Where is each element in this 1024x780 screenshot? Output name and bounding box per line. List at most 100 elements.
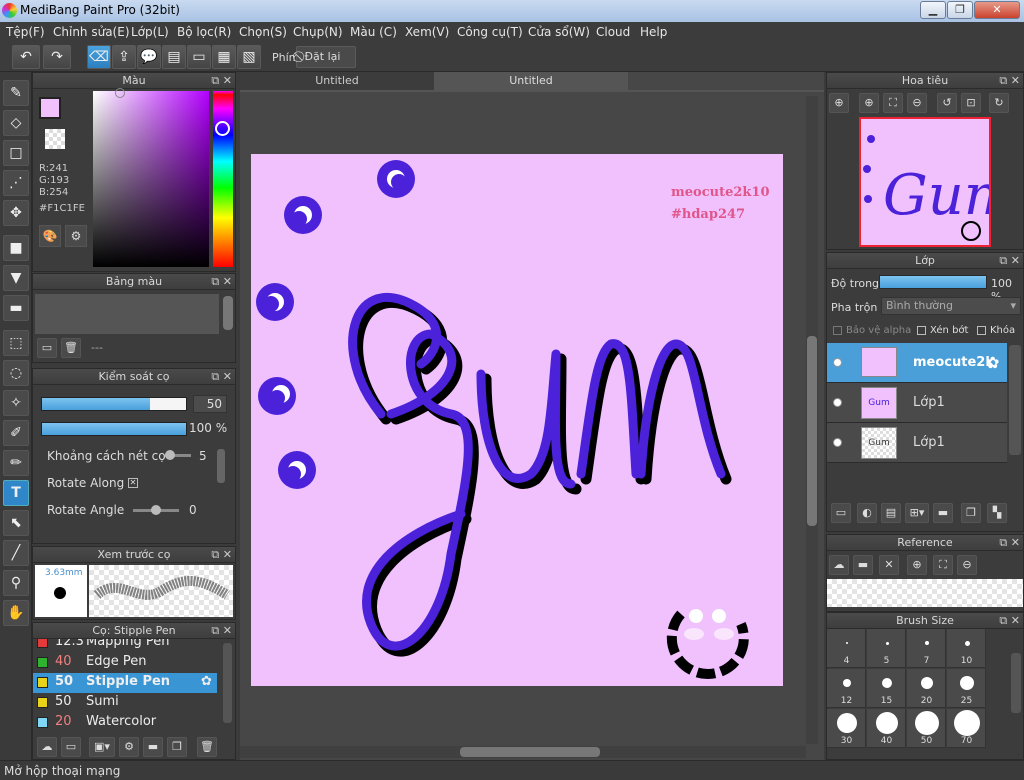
menu-select[interactable]: Chọn(S)	[239, 25, 287, 39]
protect-alpha-option[interactable]: Bảo vệ alpha	[833, 325, 911, 336]
brush-item[interactable]: 12.3 Mapping Pen	[33, 639, 217, 653]
new-palette-icon[interactable]: ▭	[37, 338, 57, 358]
eraser-tool-icon[interactable]: ◇	[3, 110, 29, 136]
new-halftone-layer-icon[interactable]: ◐	[857, 503, 877, 523]
panel-close-icon[interactable]: ⧉ ✕	[999, 73, 1020, 89]
lock-option[interactable]: Khóa	[977, 325, 1015, 336]
canvas-vscroll-thumb[interactable]	[807, 336, 817, 526]
picker-cursor[interactable]	[115, 88, 125, 98]
blend-mode-select[interactable]: Bình thường ▾	[881, 297, 1021, 315]
hue-cursor[interactable]	[215, 121, 230, 136]
panel-close-icon[interactable]: ⧉ ✕	[211, 623, 232, 639]
drawing-canvas[interactable]: meocute2k10 #hdap247	[251, 154, 783, 686]
brush-size-slider[interactable]	[41, 397, 187, 411]
brush-item-selected[interactable]: 50 Stipple Pen ✿	[33, 673, 217, 693]
menu-view[interactable]: Xem(V)	[405, 25, 449, 39]
layer-row[interactable]: Gum Lớp1	[827, 383, 1007, 423]
layer-row[interactable]: Gum Lớp1	[827, 423, 1007, 463]
brush-folder-icon[interactable]: ▬	[143, 737, 163, 757]
zoom-out-icon[interactable]: ⊖	[907, 93, 927, 113]
brush-size-cell[interactable]: 30	[827, 709, 866, 748]
panel-close-icon[interactable]: ⧉ ✕	[211, 547, 232, 563]
spacing-knob[interactable]	[165, 450, 175, 460]
palette-swatch-area[interactable]	[35, 294, 219, 334]
reference-fit-icon[interactable]: ⛶	[933, 555, 953, 575]
brush-size-cell[interactable]: 4	[827, 629, 866, 668]
brush-item[interactable]: 40 Edge Pen	[33, 653, 217, 673]
reference-zoom-in-icon[interactable]: ⊕	[907, 555, 927, 575]
menu-tools[interactable]: Công cụ(T)	[457, 25, 523, 39]
brush-tool-icon[interactable]: ✎	[3, 80, 29, 106]
zoom-reset-icon[interactable]: ⊕	[829, 93, 849, 113]
hand-tool-icon[interactable]: ✋	[3, 600, 29, 626]
open-reference-icon[interactable]: ▬	[853, 555, 873, 575]
navigator-thumbnail[interactable]: Gum	[859, 117, 1017, 247]
dot-tool-icon[interactable]: ⋰	[3, 170, 29, 196]
brush-size-cell[interactable]: 25	[947, 669, 986, 708]
brush-size-cell[interactable]: 5	[867, 629, 906, 668]
brush-size-cell[interactable]: 15	[867, 669, 906, 708]
rotate-along-checkbox[interactable]: ✕	[128, 478, 138, 488]
close-button[interactable]: ✕	[974, 1, 1020, 19]
reset-view-icon[interactable]: ⊡	[961, 93, 981, 113]
panel-close-icon[interactable]: ⧉ ✕	[999, 535, 1020, 551]
lock-checkbox[interactable]	[977, 325, 986, 335]
bucket-tool-icon[interactable]: ▼	[3, 265, 29, 291]
select-pen-tool-icon[interactable]: ✐	[3, 420, 29, 446]
new-layer-icon[interactable]: ▭	[831, 503, 851, 523]
gradient-tool-icon[interactable]: ▬	[3, 295, 29, 321]
brush-settings-icon[interactable]: ⚙	[119, 737, 139, 757]
merge-layer-icon[interactable]: ▚	[987, 503, 1007, 523]
layer-opacity-slider[interactable]	[879, 275, 987, 289]
brush-size-scrollbar[interactable]	[1011, 653, 1021, 713]
panel-close-icon[interactable]: ⧉ ✕	[211, 73, 232, 89]
brush-size-cell[interactable]: 10	[947, 629, 986, 668]
layout-icon[interactable]: ▧	[237, 45, 261, 69]
move-tool-icon[interactable]: ✥	[3, 200, 29, 226]
visibility-eye-icon[interactable]	[833, 438, 842, 447]
share-icon[interactable]: ⇪	[112, 45, 136, 69]
saturation-value-picker[interactable]	[93, 88, 209, 267]
menu-snap[interactable]: Chụp(N)	[293, 25, 343, 39]
brush-list-scrollbar[interactable]	[223, 643, 232, 723]
visibility-eye-icon[interactable]	[833, 358, 842, 367]
eyedropper-tool-icon[interactable]: ⚲	[3, 570, 29, 596]
transparent-color-swatch[interactable]	[45, 129, 65, 149]
brush-size-cell[interactable]: 70	[947, 709, 986, 748]
canvas-vscrollbar[interactable]	[806, 96, 818, 744]
panel-close-icon[interactable]: ⧉ ✕	[211, 274, 232, 290]
brush-size-cell[interactable]: 40	[867, 709, 906, 748]
brush-settings-gear-icon[interactable]: ✿	[201, 674, 212, 689]
rotate-right-icon[interactable]: ↻	[989, 93, 1009, 113]
minimize-button[interactable]: ▁	[920, 1, 946, 19]
grid-icon[interactable]: ▦	[212, 45, 236, 69]
layer-folder-icon[interactable]: ▬	[933, 503, 953, 523]
tab-untitled-2[interactable]: Untitled	[434, 72, 628, 90]
eraser-mode-icon[interactable]: ⌫	[87, 45, 111, 69]
protect-alpha-checkbox[interactable]	[833, 325, 842, 335]
layer-row[interactable]: meocute2k ✿	[827, 343, 1007, 383]
speech-bubble-icon[interactable]: 💬	[137, 45, 161, 69]
clipping-option[interactable]: Xén bớt	[917, 325, 968, 336]
brush-control-scrollbar[interactable]	[217, 449, 225, 483]
zoom-in-icon[interactable]: ⊕	[859, 93, 879, 113]
brush-size-cell[interactable]: 20	[907, 669, 946, 708]
page-icon[interactable]: ▭	[187, 45, 211, 69]
undo-icon[interactable]: ↶	[12, 45, 40, 69]
layer-list-scrollbar[interactable]	[1009, 345, 1021, 455]
reference-zoom-out-icon[interactable]: ⊖	[957, 555, 977, 575]
spacing-slider[interactable]	[165, 450, 191, 460]
layer-settings-gear-icon[interactable]: ✿	[986, 353, 999, 372]
rectangle-tool-icon[interactable]: □	[3, 140, 29, 166]
add-layer-menu-icon[interactable]: ⊞▾	[905, 503, 929, 523]
clipping-checkbox[interactable]	[917, 325, 926, 335]
reference-image-area[interactable]	[827, 579, 1023, 607]
operation-tool-icon[interactable]: ⬉	[3, 510, 29, 536]
fill-rect-tool-icon[interactable]: ■	[3, 235, 29, 261]
menu-filter[interactable]: Bộ lọc(R)	[177, 25, 231, 39]
brush-menu-icon[interactable]: ▣▾	[89, 737, 115, 757]
new-brush-icon[interactable]: ▭	[61, 737, 81, 757]
palette-icon[interactable]: 🎨	[39, 225, 61, 247]
comment-icon[interactable]: ▤	[162, 45, 186, 69]
menu-file[interactable]: Tệp(F)	[6, 25, 45, 39]
